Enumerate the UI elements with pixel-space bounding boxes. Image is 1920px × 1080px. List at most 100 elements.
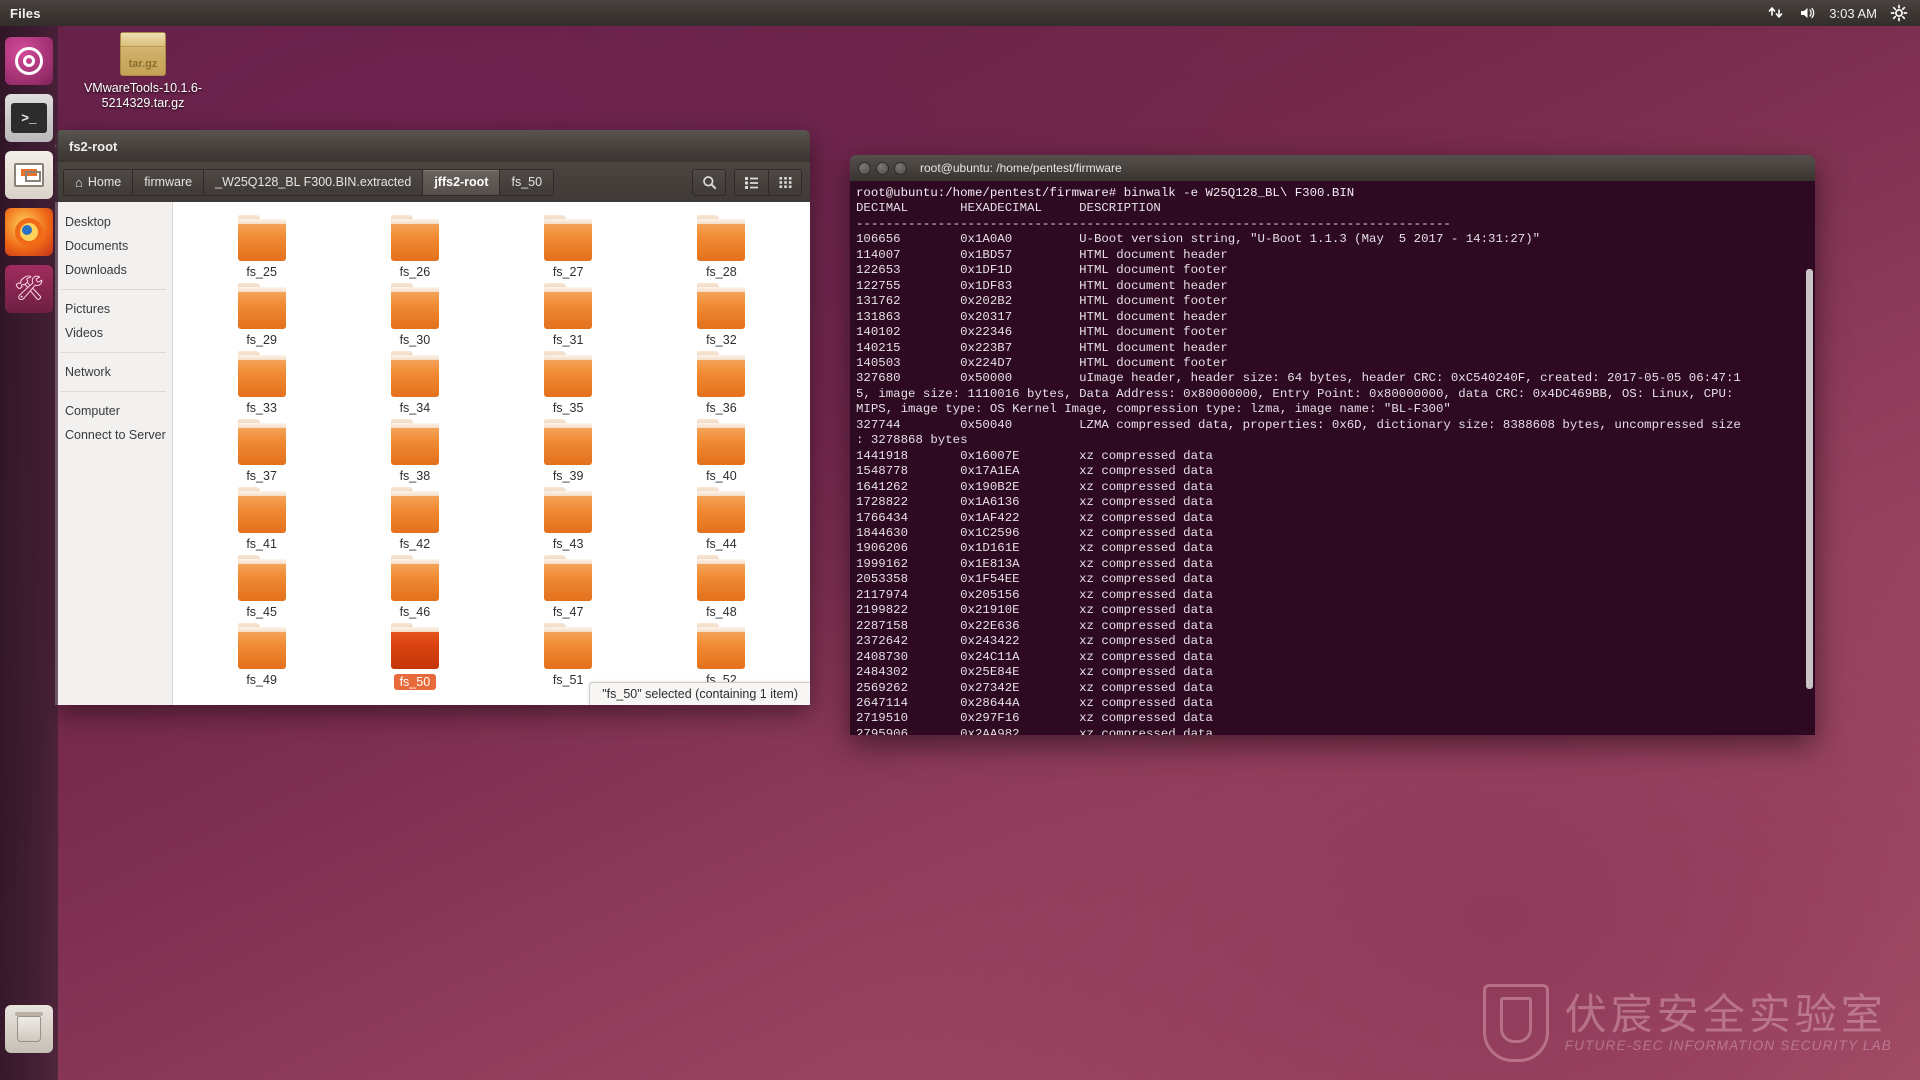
folder-icon [390, 487, 439, 533]
sidebar-item-connect-to-server[interactable]: Connect to Server [55, 423, 172, 447]
breadcrumb-label: fs_50 [511, 175, 543, 189]
launcher-item-ubuntu-dash[interactable] [5, 37, 53, 85]
folder-item[interactable]: fs_27 [492, 215, 645, 279]
grid-view-button[interactable] [768, 168, 802, 196]
folder-icon [390, 555, 439, 601]
folder-item[interactable]: fs_38 [338, 419, 491, 483]
folder-item[interactable]: fs_51 [492, 623, 645, 691]
folder-item[interactable]: fs_37 [185, 419, 338, 483]
folder-item[interactable]: fs_45 [185, 555, 338, 619]
folder-item[interactable]: fs_26 [338, 215, 491, 279]
folder-item[interactable]: fs_28 [645, 215, 798, 279]
launcher-item-trash[interactable] [5, 1005, 53, 1053]
breadcrumb-label: firmware [144, 175, 193, 189]
sidebar-item-computer[interactable]: Computer [55, 399, 172, 423]
terminal-output-area[interactable]: root@ubuntu:/home/pentest/firmware# binw… [850, 181, 1815, 735]
folder-item[interactable]: fs_29 [185, 283, 338, 347]
folder-icon [237, 623, 286, 669]
terminal-command: binwalk -e W25Q128_BL\ F300.BIN [1123, 186, 1355, 200]
folder-label: fs_41 [246, 537, 277, 551]
sidebar-item-downloads[interactable]: Downloads [55, 258, 172, 282]
folder-icon [544, 419, 593, 465]
folder-item[interactable]: fs_49 [185, 623, 338, 691]
watermark-text-cn: 伏宸安全实验室 [1564, 991, 1887, 1039]
folder-item[interactable]: fs_50 [338, 623, 491, 691]
list-view-button[interactable] [734, 168, 768, 196]
folder-icon [697, 283, 746, 329]
folder-item[interactable]: fs_46 [338, 555, 491, 619]
folder-icon [237, 283, 286, 329]
network-icon[interactable] [1767, 4, 1785, 22]
close-button[interactable] [858, 161, 871, 175]
folder-icon [544, 283, 593, 329]
sidebar-divider [61, 391, 166, 392]
top-panel: Files 3:03 AM [0, 0, 1920, 26]
folder-item[interactable]: fs_33 [185, 351, 338, 415]
volume-icon[interactable] [1798, 4, 1816, 22]
file-manager-titlebar[interactable]: fs2-root [55, 130, 810, 162]
clock[interactable]: 3:03 AM [1829, 6, 1877, 21]
sidebar-item-desktop[interactable]: Desktop [55, 210, 172, 234]
breadcrumb-label: Home [87, 175, 122, 189]
folder-item[interactable]: fs_43 [492, 487, 645, 551]
breadcrumb-extracted[interactable]: _W25Q128_BL F300.BIN.extracted [203, 168, 423, 196]
folder-item[interactable]: fs_31 [492, 283, 645, 347]
folder-label: fs_40 [706, 469, 737, 483]
minimize-button[interactable] [876, 161, 889, 175]
desktop-icon-vmwaretools[interactable]: tar.gz VMwareTools-10.1.6-5214329.tar.gz [78, 32, 208, 111]
folder-icon [237, 419, 286, 465]
folder-icon [544, 215, 593, 261]
folder-icon [237, 555, 286, 601]
folder-item[interactable]: fs_30 [338, 283, 491, 347]
breadcrumb-fs-50[interactable]: fs_50 [499, 168, 555, 196]
folder-item[interactable]: fs_39 [492, 419, 645, 483]
launcher-item-files[interactable] [5, 151, 53, 199]
search-button[interactable] [692, 168, 726, 196]
launcher-item-firefox[interactable] [5, 208, 53, 256]
gear-icon[interactable] [1890, 4, 1908, 22]
sidebar-item-documents[interactable]: Documents [55, 234, 172, 258]
sidebar-divider [61, 352, 166, 353]
folder-item[interactable]: fs_44 [645, 487, 798, 551]
maximize-button[interactable] [894, 161, 907, 175]
terminal-prompt: root@ubuntu:/home/pentest/firmware# [856, 186, 1117, 200]
breadcrumb-home[interactable]: ⌂ Home [63, 168, 133, 196]
folder-icon [697, 215, 746, 261]
sidebar-item-pictures[interactable]: Pictures [55, 297, 172, 321]
folder-label: fs_50 [393, 674, 437, 690]
folder-item[interactable]: fs_47 [492, 555, 645, 619]
folder-item[interactable]: fs_42 [338, 487, 491, 551]
folder-label: fs_48 [706, 605, 737, 619]
firefox-icon [15, 218, 43, 246]
folder-item[interactable]: fs_25 [185, 215, 338, 279]
folder-label: fs_37 [246, 469, 277, 483]
folder-item[interactable]: fs_32 [645, 283, 798, 347]
folder-item[interactable]: fs_34 [338, 351, 491, 415]
terminal-titlebar[interactable]: root@ubuntu: /home/pentest/firmware [850, 155, 1815, 181]
folder-icon [237, 215, 286, 261]
folder-label: fs_32 [706, 333, 737, 347]
breadcrumb-firmware[interactable]: firmware [132, 168, 204, 196]
launcher-item-terminal[interactable]: >_ [5, 94, 53, 142]
files-icon [14, 163, 44, 187]
sidebar-item-network[interactable]: Network [55, 360, 172, 384]
active-app-name[interactable]: Files [10, 6, 41, 21]
folder-item[interactable]: fs_36 [645, 351, 798, 415]
folder-item[interactable]: fs_40 [645, 419, 798, 483]
breadcrumb-jffs2-root[interactable]: jffs2-root [422, 168, 500, 196]
folder-item[interactable]: fs_48 [645, 555, 798, 619]
file-manager-sidebar: Desktop Documents Downloads Pictures Vid… [55, 202, 173, 705]
terminal-scrollbar[interactable] [1806, 269, 1813, 689]
folder-item[interactable]: fs_52 [645, 623, 798, 691]
folder-icon [697, 487, 746, 533]
folder-icon [390, 215, 439, 261]
folder-item[interactable]: fs_35 [492, 351, 645, 415]
terminal-prompt-line: root@ubuntu:/home/pentest/firmware# binw… [856, 186, 1354, 200]
archive-icon: tar.gz [120, 32, 166, 76]
sidebar-item-videos[interactable]: Videos [55, 321, 172, 345]
launcher-item-system-tools[interactable]: 🛠 [5, 265, 53, 313]
desktop-icon-label: VMwareTools-10.1.6-5214329.tar.gz [83, 81, 203, 110]
folder-item[interactable]: fs_41 [185, 487, 338, 551]
sidebar-divider [61, 289, 166, 290]
folder-icon [390, 351, 439, 397]
